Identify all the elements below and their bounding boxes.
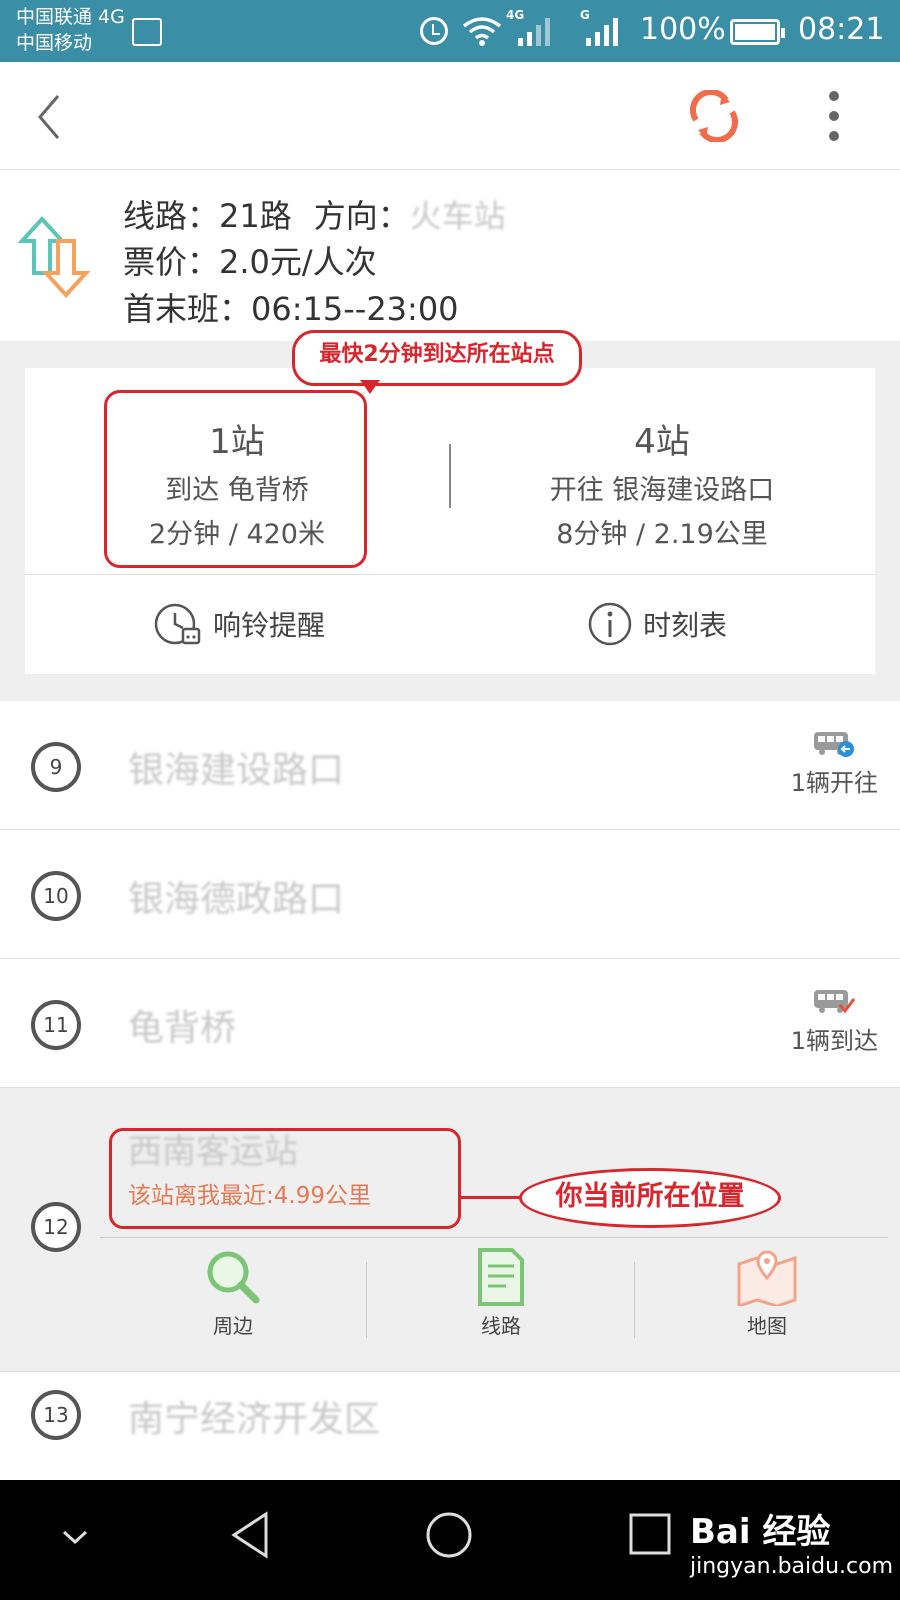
- wifi-icon: [462, 17, 502, 46]
- watermark-logo: Bai 经验: [690, 1512, 831, 1552]
- recent-apps-icon[interactable]: [628, 1512, 672, 1556]
- station-name: 银海建设路口: [128, 741, 344, 793]
- station-row[interactable]: 10 银海德政路口: [0, 830, 900, 959]
- back-triangle-icon[interactable]: [228, 1510, 272, 1560]
- station-row[interactable]: 13 南宁经济开发区: [0, 1372, 900, 1481]
- home-circle-icon[interactable]: [424, 1510, 474, 1560]
- search-icon: [207, 1251, 260, 1304]
- ring-reminder-label: 响铃提醒: [213, 609, 326, 642]
- action-divider: [366, 1262, 367, 1338]
- watermark-url: jingyan.baidu.com: [690, 1554, 894, 1579]
- bus-departing-icon: [814, 732, 854, 757]
- station-number: 13: [31, 1390, 81, 1440]
- alarm-icon: [420, 17, 448, 45]
- document-icon: [478, 1248, 524, 1306]
- image-notification-icon: [132, 18, 162, 46]
- alarm-clock-icon: [154, 603, 201, 645]
- status-bar: 中国联通 4G 中国移动 4G G 100% 08:21: [0, 0, 900, 62]
- next-stops: 4站: [634, 422, 690, 462]
- station-name-text: 银海德政路口: [128, 879, 345, 920]
- clock: 08:21: [798, 12, 885, 47]
- action-divider: [634, 1262, 635, 1338]
- fastest-arrival-callout: 最快2分钟到达所在站点: [292, 330, 582, 386]
- route-label: 线路: [481, 1314, 521, 1338]
- bus-status: 1辆开往: [791, 729, 878, 798]
- current-station-divider: [100, 1237, 888, 1238]
- carrier-secondary: 中国移动: [16, 32, 93, 54]
- schedule: 首末班：06:15--23:00: [123, 290, 459, 328]
- map-icon: [737, 1250, 797, 1306]
- station-row[interactable]: 9 银海建设路口 1辆开往: [0, 701, 900, 830]
- battery-icon: [730, 19, 785, 45]
- map-label: 地图: [747, 1314, 787, 1338]
- station-number: 12: [31, 1202, 81, 1252]
- bus-status-label: 1辆开往: [790, 769, 878, 797]
- bus-status-label: 1辆到达: [790, 1027, 878, 1055]
- station-name-text: 银海建设路口: [128, 750, 345, 791]
- route-info: 线路：21路 方向：火车站 票价：2.0元/人次 首末班：06:15--23:00: [0, 171, 900, 341]
- station-list: 9 银海建设路口 1辆开往 10 银海德政路口 11 龟背桥 1辆到达 12 西…: [0, 701, 900, 1481]
- map-button[interactable]: 地图: [702, 1248, 832, 1339]
- station-number: 10: [31, 871, 81, 921]
- info-icon: [588, 602, 632, 646]
- station-number: 9: [31, 742, 81, 792]
- signal-icon-2: [586, 18, 618, 46]
- current-station-highlight: [109, 1128, 461, 1229]
- nearest-bus-highlight: [104, 390, 367, 568]
- back-icon[interactable]: [32, 92, 66, 142]
- current-position-callout: 你当前所在位置: [519, 1168, 781, 1228]
- callout-pointer: [360, 380, 380, 394]
- bus-arrived-icon: [814, 990, 856, 1014]
- station-name: 银海德政路口: [128, 870, 344, 922]
- nearby-label: 周边: [213, 1314, 253, 1338]
- next-destination: 开往 银海建设路口: [549, 475, 775, 506]
- station-name: 南宁经济开发区: [128, 1390, 380, 1442]
- ring-reminder-button[interactable]: 响铃提醒: [153, 574, 325, 674]
- direction-label: 方向：: [313, 197, 410, 235]
- station-number: 11: [31, 1000, 81, 1050]
- next-eta: 8分钟 / 2.19公里: [556, 519, 768, 550]
- system-nav-bar: Bai 经验 jingyan.baidu.com: [0, 1480, 900, 1600]
- station-name-text: 南宁经济开发区: [128, 1399, 381, 1440]
- app-bar: [0, 62, 900, 170]
- callout-connector: [461, 1196, 521, 1199]
- direction-value: 火车站: [409, 197, 506, 235]
- next-bus-panel[interactable]: 4站 开往 银海建设路口 8分钟 / 2.19公里: [449, 368, 875, 574]
- carrier-primary: 中国联通 4G: [16, 6, 125, 28]
- bus-status: 1辆到达: [791, 987, 878, 1056]
- station-row[interactable]: 11 龟背桥 1辆到达: [0, 959, 900, 1088]
- route-line-direction: 线路：21路 方向：火车站: [123, 191, 506, 237]
- route-button[interactable]: 线路: [436, 1248, 566, 1339]
- fare: 票价：2.0元/人次: [123, 243, 377, 281]
- timetable-label: 时刻表: [643, 609, 728, 642]
- direction-swap-icon[interactable]: [18, 215, 90, 299]
- station-name: 龟背桥: [128, 999, 236, 1051]
- nearby-button[interactable]: 周边: [168, 1248, 298, 1339]
- chevron-down-icon[interactable]: [60, 1528, 90, 1548]
- signal-icon-1: [518, 18, 550, 46]
- timetable-button[interactable]: 时刻表: [587, 574, 727, 674]
- battery-percent: 100%: [640, 12, 726, 47]
- route-line-number: 线路：21路: [123, 197, 292, 235]
- refresh-icon[interactable]: [688, 90, 740, 142]
- more-icon[interactable]: [826, 90, 842, 146]
- station-name-text: 龟背桥: [128, 1008, 237, 1049]
